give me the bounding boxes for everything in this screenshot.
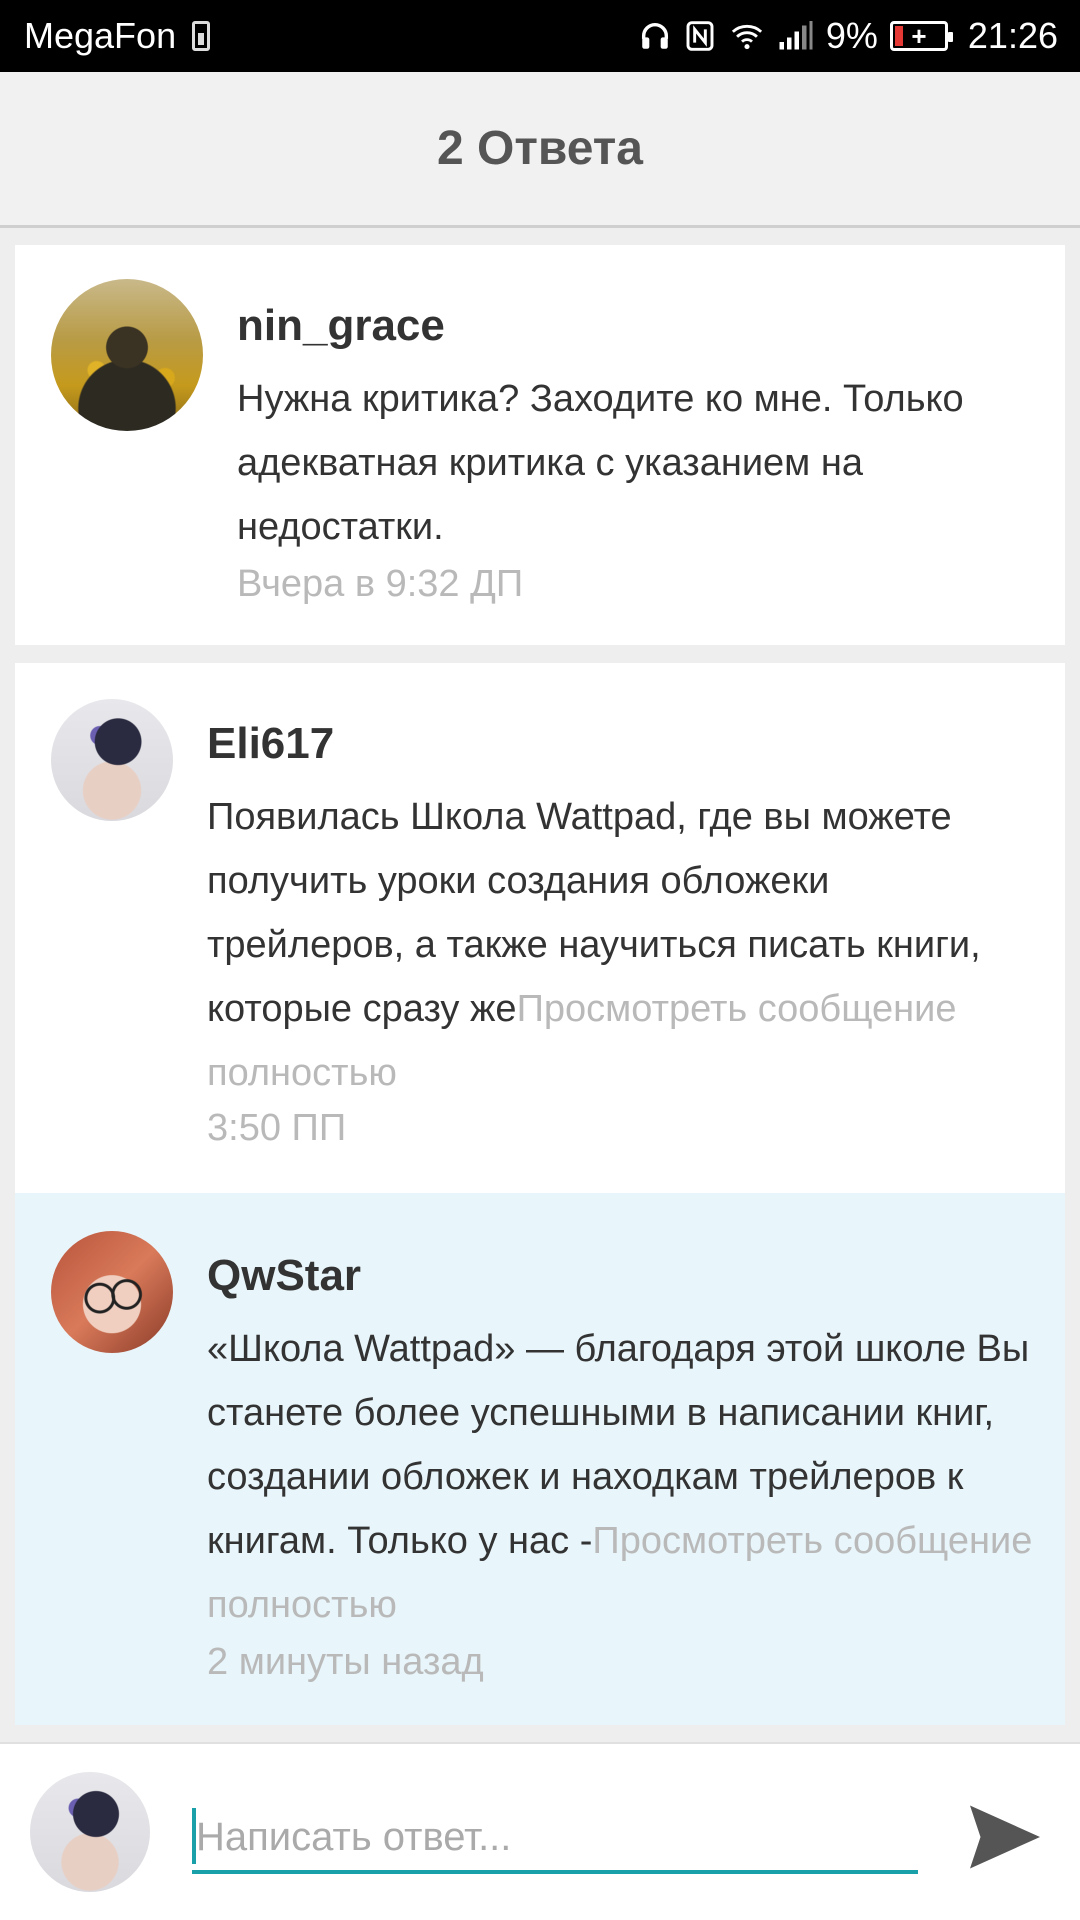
text-cursor xyxy=(192,1808,196,1864)
header: 2 Ответа xyxy=(0,72,1080,228)
carrier-label: MegaFon xyxy=(24,15,177,56)
reply-bar xyxy=(0,1742,1080,1920)
wifi-icon xyxy=(728,19,766,53)
battery-percent: 9% xyxy=(825,15,878,56)
sim-icon xyxy=(192,21,211,51)
headphones-icon xyxy=(638,19,672,53)
send-icon xyxy=(963,1795,1047,1884)
comment-text: «Школа Wattpad» — благодаря этой школе В… xyxy=(207,1317,1067,1637)
comment-timestamp: 2 минуты назад xyxy=(207,1641,484,1683)
send-button[interactable] xyxy=(960,1794,1050,1884)
comment-body: Нужна критика? Заходите ко мне. Только а… xyxy=(237,378,964,548)
status-right: 9% + 21:26 xyxy=(638,15,1058,57)
current-user-avatar xyxy=(30,1772,150,1892)
comment-card[interactable]: Eli617 Появилась Школа Wattpad, где вы м… xyxy=(15,663,1065,1193)
comment-author[interactable]: nin_grace xyxy=(237,301,445,351)
clock: 21:26 xyxy=(967,15,1058,56)
avatar[interactable] xyxy=(51,279,203,431)
comment-timestamp: Вчера в 9:32 ДП xyxy=(237,563,524,605)
signal-icon xyxy=(778,21,814,51)
avatar[interactable] xyxy=(51,699,173,821)
nfc-icon xyxy=(684,19,716,53)
status-left: MegaFon xyxy=(24,15,211,57)
comment-card[interactable]: nin_grace Нужна критика? Заходите ко мне… xyxy=(15,245,1065,645)
comment-card[interactable]: QwStar «Школа Wattpad» — благодаря этой … xyxy=(15,1193,1065,1725)
avatar[interactable] xyxy=(51,1231,173,1353)
status-bar: MegaFon 9% + 21:26 xyxy=(0,0,1080,72)
comment-text: Появилась Школа Wattpad, где вы можете п… xyxy=(207,785,1037,1105)
comment-author[interactable]: QwStar xyxy=(207,1251,361,1301)
comment-author[interactable]: Eli617 xyxy=(207,719,334,769)
comment-text: Нужна критика? Заходите ко мне. Только а… xyxy=(237,367,977,559)
page-title: 2 Ответа xyxy=(436,122,643,175)
comment-timestamp: 3:50 ПП xyxy=(207,1107,347,1149)
reply-input[interactable] xyxy=(192,1804,918,1874)
battery-charging-icon: + xyxy=(889,21,953,51)
